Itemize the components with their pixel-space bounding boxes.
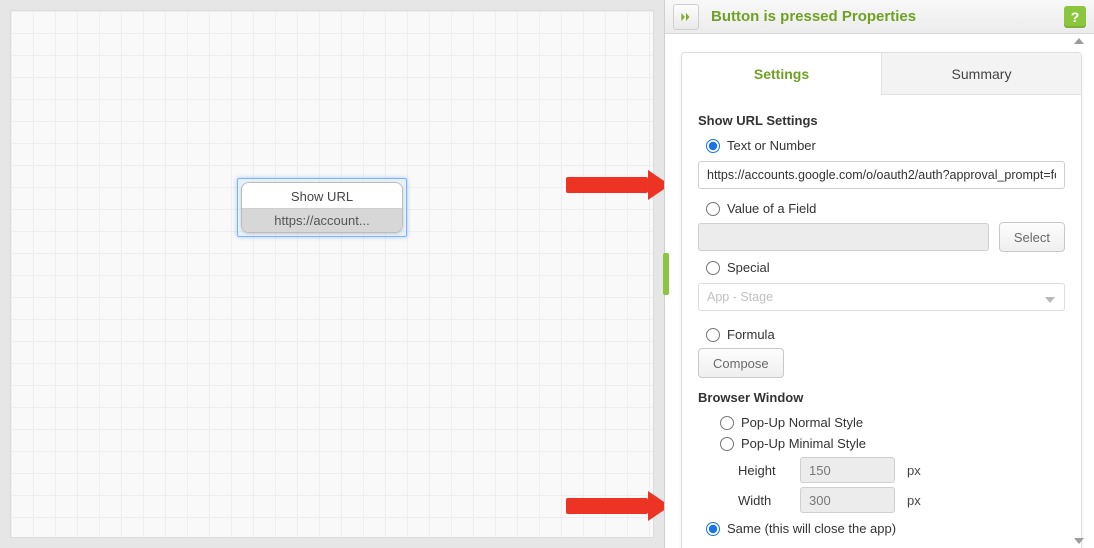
tab-summary[interactable]: Summary [881,53,1081,95]
radio-value-of-field-input[interactable] [706,202,720,216]
annotation-arrow-icon [566,170,670,200]
radio-special[interactable]: Special [706,260,1065,275]
design-canvas[interactable]: Show URL https://account... [10,10,654,538]
field-value-input [698,223,989,251]
radio-special-input[interactable] [706,261,720,275]
radio-formula[interactable]: Formula [706,327,1065,342]
panel-titlebar: Button is pressed Properties ? [665,0,1094,34]
radio-special-label: Special [727,260,770,275]
properties-card: Settings Summary Show URL Settings Text … [681,52,1082,548]
panel-scroll-area[interactable]: Settings Summary Show URL Settings Text … [665,34,1094,548]
width-input[interactable] [800,487,895,513]
special-select[interactable]: App - Stage [698,283,1065,311]
canvas-area: Show URL https://account... [0,0,664,548]
radio-same-window[interactable]: Same (this will close the app) [706,521,1065,536]
annotation-arrow-icon [566,491,670,521]
settings-body: Show URL Settings Text or Number Value o… [682,95,1081,548]
height-input[interactable] [800,457,895,483]
block-selection-outline: Show URL https://account... [237,178,407,237]
scroll-down-icon [1074,538,1084,544]
height-unit: px [907,463,921,478]
width-label: Width [738,493,788,508]
radio-formula-label: Formula [727,327,775,342]
radio-popup-normal[interactable]: Pop-Up Normal Style [720,415,1065,430]
collapse-panel-button[interactable] [673,4,699,30]
radio-text-or-number-label: Text or Number [727,138,816,153]
radio-value-of-field-label: Value of a Field [727,201,816,216]
height-row: Height px [738,457,1065,483]
radio-popup-normal-label: Pop-Up Normal Style [741,415,863,430]
radio-text-or-number-input[interactable] [706,139,720,153]
help-button[interactable]: ? [1064,6,1086,28]
properties-panel: Button is pressed Properties ? Settings … [664,0,1094,548]
url-text-input[interactable] [698,161,1065,189]
width-row: Width px [738,487,1065,513]
scroll-up-icon [1074,38,1084,44]
radio-popup-minimal[interactable]: Pop-Up Minimal Style [720,436,1065,451]
radio-formula-input[interactable] [706,328,720,342]
radio-popup-minimal-label: Pop-Up Minimal Style [741,436,866,451]
compose-button[interactable]: Compose [698,348,784,378]
show-url-heading: Show URL Settings [698,113,1065,128]
radio-same-window-label: Same (this will close the app) [727,521,896,536]
tab-settings[interactable]: Settings [682,53,881,95]
width-unit: px [907,493,921,508]
radio-same-window-input[interactable] [706,522,720,536]
select-field-button[interactable]: Select [999,222,1065,252]
show-url-block[interactable]: Show URL https://account... [241,182,403,233]
resize-handle[interactable] [663,253,669,295]
radio-text-or-number[interactable]: Text or Number [706,138,1065,153]
browser-window-heading: Browser Window [698,390,1065,405]
radio-value-of-field[interactable]: Value of a Field [706,201,1065,216]
block-subtitle: https://account... [242,208,402,232]
chevron-double-right-icon [679,10,693,24]
tabs: Settings Summary [682,53,1081,95]
block-title: Show URL [242,183,402,208]
radio-popup-minimal-input[interactable] [720,437,734,451]
panel-title: Button is pressed Properties [711,8,1064,25]
radio-popup-normal-input[interactable] [720,416,734,430]
height-label: Height [738,463,788,478]
